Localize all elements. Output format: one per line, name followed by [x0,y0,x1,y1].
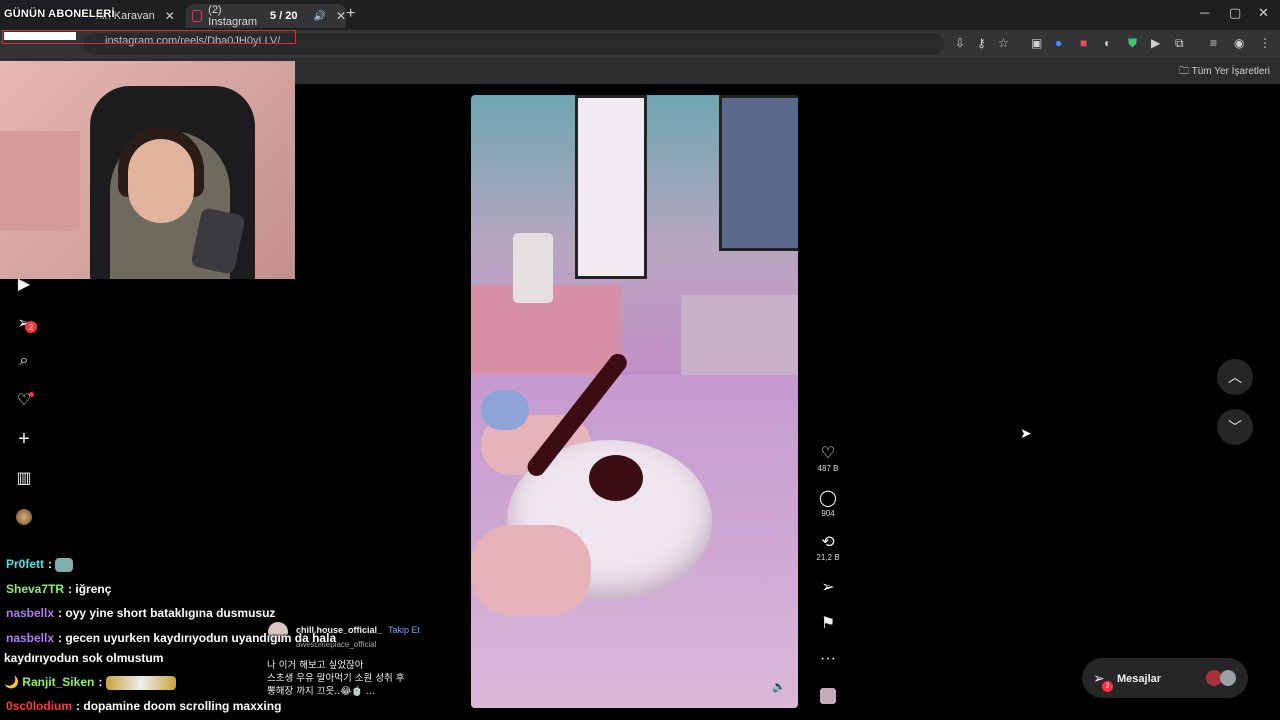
chat-message: 0sc0lodium: dopamine doom scrolling maxx… [6,699,282,713]
notification-dot [29,392,34,397]
reel-video[interactable] [471,95,798,708]
moon-icon: 🌙 [4,675,19,689]
video-content [589,455,643,501]
comment-icon: ◯ [819,490,837,507]
overlay-title: GÜNÜN ABONELERİ [4,8,115,20]
close-icon[interactable]: ✕ [336,9,346,23]
chat-username: Pr0fett [6,557,45,571]
chat-message: Pr0fett: [6,557,74,572]
chevron-down-icon: ﹀ [1228,419,1242,435]
messages-label: Mesajlar [1117,673,1162,685]
chat-username: nasbellx [6,606,55,620]
chat-message: nasbellx: gecen uyurken kaydırıyodun uya… [6,631,337,645]
video-content [719,95,798,251]
tab-label: (2) Instagram [208,4,258,28]
extension-icon[interactable]: ◐ [1104,36,1111,50]
install-icon[interactable]: ⇩ [955,36,965,50]
send-icon: ➢ [821,579,835,596]
emote-icon [105,675,176,690]
messages-badge: 2 [1102,681,1113,692]
search-icon[interactable]: ⌕ [14,351,34,371]
extension-icon[interactable]: ■ [1080,36,1087,50]
webcam-content [128,139,194,223]
save-button[interactable]: ⚑ [812,615,844,633]
chat-message: Sheva7TR: iğrenç [6,582,112,596]
dashboard-icon[interactable]: ▥ [14,468,34,488]
puzzle-icon[interactable]: ⧉ [1175,36,1184,51]
comment-button[interactable]: ◯ 904 [812,490,844,518]
volume-icon[interactable]: 🔈 [772,680,786,693]
next-reel-button[interactable]: ﹀ [1217,409,1253,445]
messages-badge: 2 [25,321,37,333]
bookmark-icon: ⚑ [820,615,836,632]
more-button[interactable]: ··· [812,650,844,668]
media-icon[interactable]: ≡ [1210,36,1217,50]
avatar [1220,670,1236,686]
chat-text: kaydırıyodun sok olmustum [4,651,164,665]
chat-username: Sheva7TR [6,582,65,596]
extension-icon[interactable]: ▣ [1031,36,1042,50]
overlay-progress-bar [4,32,76,40]
chat-text: dopamine doom scrolling maxxing [83,699,282,713]
chat-username: Ranjit_Siken [22,675,95,689]
chat-username: 0sc0lodium [6,699,73,713]
chevron-up-icon: ︿ [1228,369,1242,385]
heart-icon: ♡ [820,445,836,462]
video-content [575,95,647,279]
chat-message: nasbellx: oyy yine short bataklıgına dus… [6,606,276,620]
maximize-button[interactable]: ▢ [1229,5,1241,21]
mouse-cursor-icon: ➤ [1020,425,1032,441]
webcam-content [0,131,80,231]
close-icon[interactable]: ✕ [165,9,175,23]
repost-count: 21,2 B [816,553,840,562]
follow-button[interactable]: Takip Et [388,625,420,635]
key-icon[interactable]: ⚷ [977,36,986,50]
reel-caption: 나 이거 해보고 싶었잖아 스초생 우유 말아먹기 소원 성취 후 뽕해장 까지… [267,660,405,697]
repost-button[interactable]: ⟲ 21,2 B [812,534,844,562]
share-button[interactable]: ➢ [812,579,844,597]
close-window-button[interactable]: ✕ [1258,5,1269,21]
chat-username: nasbellx [6,631,55,645]
chat-text: gecen uyurken kaydırıyodun uyandıgım da … [65,631,337,645]
like-count: 487 B [817,464,839,473]
chat-text: iğrenç [75,582,112,596]
chat-text: oyy yine short bataklıgına dusmusuz [65,606,276,620]
new-tab-button[interactable]: + [346,5,355,23]
minimize-button[interactable]: ─ [1200,5,1209,20]
webcam-overlay [0,61,295,279]
video-content [513,233,553,303]
comment-count: 904 [821,509,835,518]
extension-icon[interactable]: ● [1055,36,1062,50]
tab-instagram[interactable]: (2) Instagram 🔊 ✕ [186,4,346,28]
instagram-icon [192,10,203,22]
chat-message: 🌙 Ranjit_Siken: [4,675,176,690]
profile-icon[interactable] [14,507,34,527]
speaker-icon[interactable]: 🔊 [313,11,325,22]
account-icon[interactable]: ◉ [1234,36,1244,50]
repost-icon: ⟲ [821,534,835,551]
video-content [471,525,591,615]
emote-icon [55,557,74,572]
previous-reel-button[interactable]: ︿ [1217,359,1253,395]
folder-icon: 🗀 [1179,66,1190,77]
create-icon[interactable]: + [14,428,34,450]
overlay-counter: 5 / 20 [270,10,298,22]
audio-thumbnail[interactable] [812,688,844,709]
menu-icon[interactable]: ⋮ [1259,36,1271,50]
chat-message: kaydırıyodun sok olmustum [4,651,163,665]
all-bookmarks-label: Tüm Yer İşaretleri [1191,66,1270,77]
play-icon[interactable]: ▶ [1151,36,1160,50]
video-content [481,390,529,430]
shield-icon[interactable]: ⛊ [1128,36,1137,51]
all-bookmarks-link[interactable]: 🗀 Tüm Yer İşaretleri [1179,64,1270,81]
more-icon: ··· [820,650,836,667]
star-icon[interactable]: ☆ [998,36,1009,50]
like-button[interactable]: ♡ 487 B [812,445,844,473]
video-content [681,295,798,385]
